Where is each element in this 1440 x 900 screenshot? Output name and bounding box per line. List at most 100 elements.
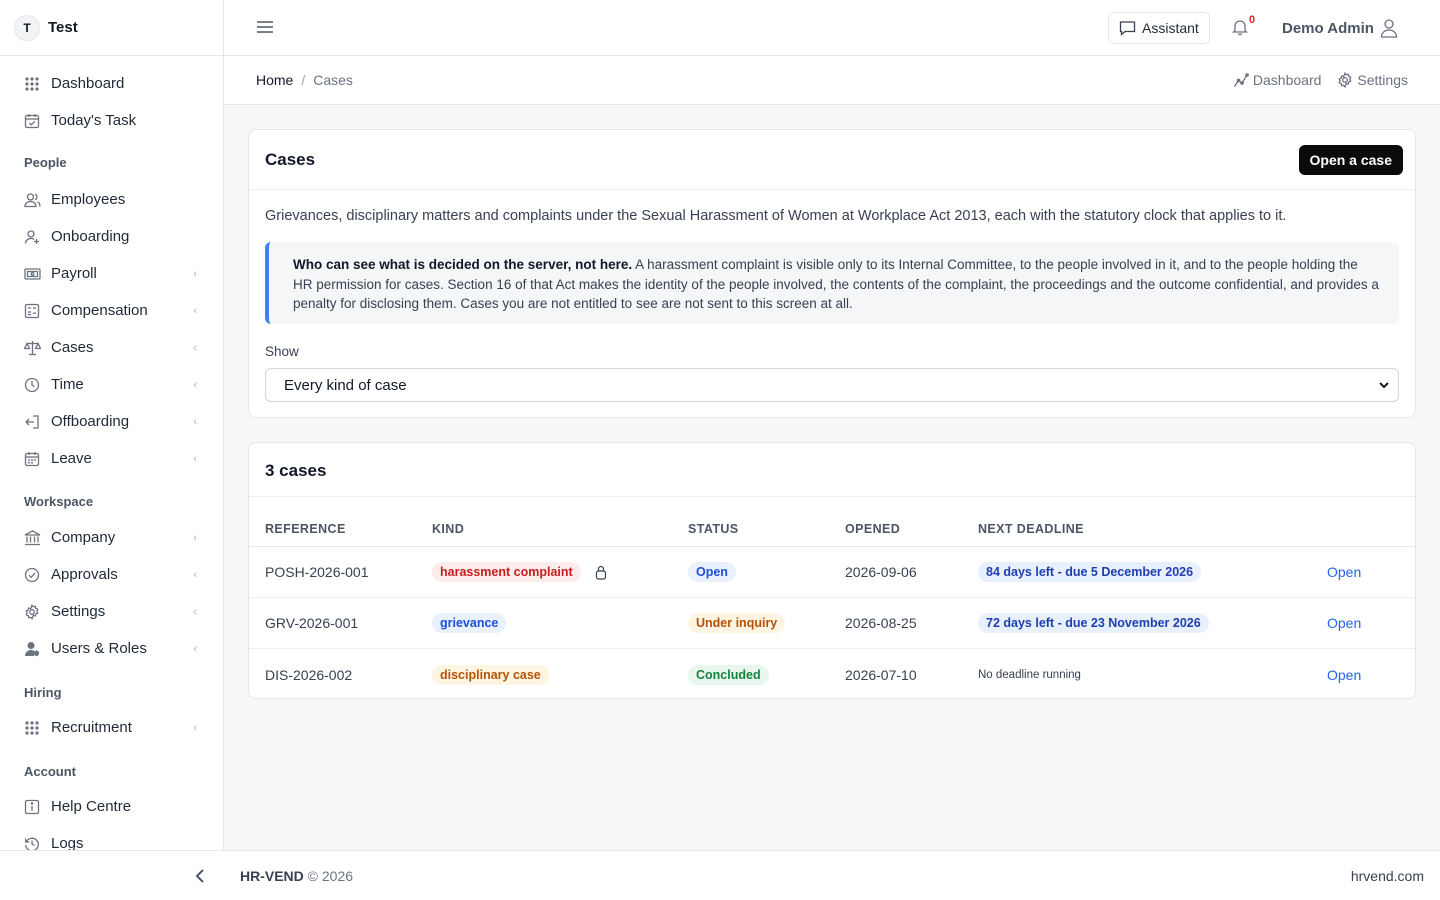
sidebar-item-company[interactable]: Company ‹ — [0, 519, 223, 556]
sidebar-item-label: Approvals — [51, 566, 118, 583]
user-icon[interactable] — [1380, 18, 1400, 38]
divider — [249, 496, 1415, 497]
sidebar-item-label: Settings — [51, 603, 106, 620]
sidebar-item-help-centre[interactable]: Help Centre — [0, 788, 223, 825]
sidebar-item-label: Leave — [51, 450, 92, 467]
sidebar-item-offboarding[interactable]: Offboarding ‹ — [0, 403, 223, 440]
sidebar-item-employees[interactable]: Employees — [0, 181, 223, 218]
user-name[interactable]: Demo Admin — [1282, 20, 1374, 37]
case-kind-select-value: Every kind of case — [284, 376, 407, 394]
case-reference: DIS-2026-002 — [265, 666, 353, 683]
footer-copyright: © 2026 — [307, 868, 354, 884]
chevron-left-icon: ‹ — [193, 568, 197, 581]
status-cell: Under inquiry — [688, 613, 786, 633]
status-cell: Open — [688, 562, 736, 582]
status-badge: Concluded — [688, 664, 769, 685]
case-kind-cell: harassment complaint — [432, 562, 607, 582]
scale-icon — [23, 339, 41, 357]
opened-date: 2026-07-10 — [845, 666, 917, 683]
open-case-link[interactable]: Open — [1327, 615, 1361, 631]
sidebar-item-leave[interactable]: Leave ‹ — [0, 440, 223, 477]
cases-card-title: Cases — [265, 149, 316, 169]
chevron-left-icon: ‹ — [193, 415, 197, 428]
breadcrumb-current: Cases — [313, 72, 353, 88]
sidebar-item-label: Today's Task — [51, 112, 137, 129]
notification-count: 0 — [1249, 14, 1256, 26]
dashboard-link[interactable]: Dashboard — [1233, 72, 1321, 88]
sidebar-item-label: Employees — [51, 191, 126, 208]
sidebar-item-time[interactable]: Time ‹ — [0, 366, 223, 403]
deadline-badge: 72 days left - due 23 November 2026 — [978, 613, 1209, 633]
sidebar-item-label: Dashboard — [51, 75, 125, 92]
chevron-left-icon: ‹ — [193, 452, 197, 465]
sidebar-section-workspace: Workspace — [24, 494, 94, 509]
kind-badge: grievance — [432, 613, 507, 633]
clock-icon — [23, 376, 41, 394]
brand[interactable]: T Test — [0, 0, 223, 56]
chevron-left-icon: ‹ — [193, 531, 197, 544]
sidebar-section-hiring: Hiring — [24, 685, 62, 700]
topbar: Assistant 0 Demo Admin — [224, 0, 1440, 56]
sidebar-item-compensation[interactable]: Compensation ‹ — [0, 292, 223, 329]
user-plus-icon — [23, 228, 41, 246]
sidebar-item-payroll[interactable]: Payroll ‹ — [0, 255, 223, 292]
status-badge: Under inquiry — [688, 613, 786, 633]
sidebar-item-recruitment[interactable]: Recruitment ‹ — [0, 709, 223, 746]
grid-icon — [23, 719, 41, 737]
show-filter-label: Show — [265, 344, 299, 359]
chart-line-icon — [1233, 73, 1249, 87]
sidebar-item-label: Cases — [51, 339, 94, 356]
open-case-button[interactable]: Open a case — [1298, 144, 1403, 175]
sidebar-item-label: Offboarding — [51, 413, 130, 430]
footer: HR-VEND © 2026 hrvend.com — [0, 850, 1440, 900]
copyright: HR-VEND © 2026 — [240, 868, 353, 884]
menu-icon[interactable] — [256, 18, 274, 36]
header-opened: OPENED — [845, 522, 901, 536]
sidebar-section-people: People — [24, 155, 67, 170]
cases-card-header: Cases Open a case — [249, 130, 1415, 190]
user-shield-icon — [23, 640, 41, 658]
breadcrumb-home[interactable]: Home — [256, 72, 293, 88]
header-status: STATUS — [688, 522, 739, 536]
sidebar-item-label: Company — [51, 529, 116, 546]
gear-icon — [23, 603, 41, 621]
calculator-icon — [23, 302, 41, 320]
breadcrumb-actions: Dashboard Settings — [1217, 72, 1408, 88]
table-row: DIS-2026-002 disciplinary case Concluded… — [249, 649, 1415, 700]
sidebar-item-onboarding[interactable]: Onboarding — [0, 218, 223, 255]
lock-icon — [595, 565, 606, 580]
collapse-sidebar-icon[interactable] — [190, 866, 210, 886]
settings-link[interactable]: Settings — [1337, 72, 1408, 88]
chevron-left-icon: ‹ — [193, 378, 197, 391]
sidebar-item-settings[interactable]: Settings ‹ — [0, 593, 223, 630]
case-reference: POSH-2026-001 — [265, 564, 369, 580]
users-icon — [23, 191, 41, 209]
kind-badge: disciplinary case — [432, 664, 549, 685]
header-reference: REFERENCE — [265, 522, 346, 536]
cases-description: Grievances, disciplinary matters and com… — [265, 208, 1287, 224]
footer-site-link[interactable]: hrvend.com — [1351, 868, 1424, 884]
sidebar-item-dashboard[interactable]: Dashboard — [0, 65, 223, 102]
chevron-left-icon: ‹ — [193, 721, 197, 734]
open-case-link[interactable]: Open — [1327, 667, 1361, 683]
breadcrumb-bar: Home / Cases Dashboard Settings — [224, 56, 1440, 105]
chat-icon — [1119, 21, 1136, 36]
opened-date: 2026-08-25 — [845, 615, 917, 631]
sidebar-nav: Dashboard Today's Task People Employees … — [0, 56, 223, 862]
sidebar-item-label: Help Centre — [51, 798, 132, 815]
sidebar-item-todays-task[interactable]: Today's Task — [0, 102, 223, 139]
gear-icon — [1338, 72, 1352, 88]
calendar-check-icon — [23, 112, 41, 130]
open-case-link[interactable]: Open — [1327, 564, 1361, 580]
case-kind-cell: grievance — [432, 613, 507, 633]
table-header: REFERENCE KIND STATUS OPENED NEXT DEADLI… — [249, 517, 1415, 547]
status-cell: Concluded — [688, 664, 769, 685]
case-kind-select[interactable]: Every kind of case — [265, 368, 1399, 402]
assistant-button[interactable]: Assistant — [1108, 12, 1210, 44]
check-circle-icon — [23, 566, 41, 584]
sidebar-item-approvals[interactable]: Approvals ‹ — [0, 556, 223, 593]
sidebar-item-users-roles[interactable]: Users & Roles ‹ — [0, 630, 223, 667]
chevron-left-icon: ‹ — [193, 341, 197, 354]
sidebar-item-cases[interactable]: Cases ‹ — [0, 329, 223, 366]
visibility-notice: Who can see what is decided on the serve… — [265, 242, 1399, 324]
